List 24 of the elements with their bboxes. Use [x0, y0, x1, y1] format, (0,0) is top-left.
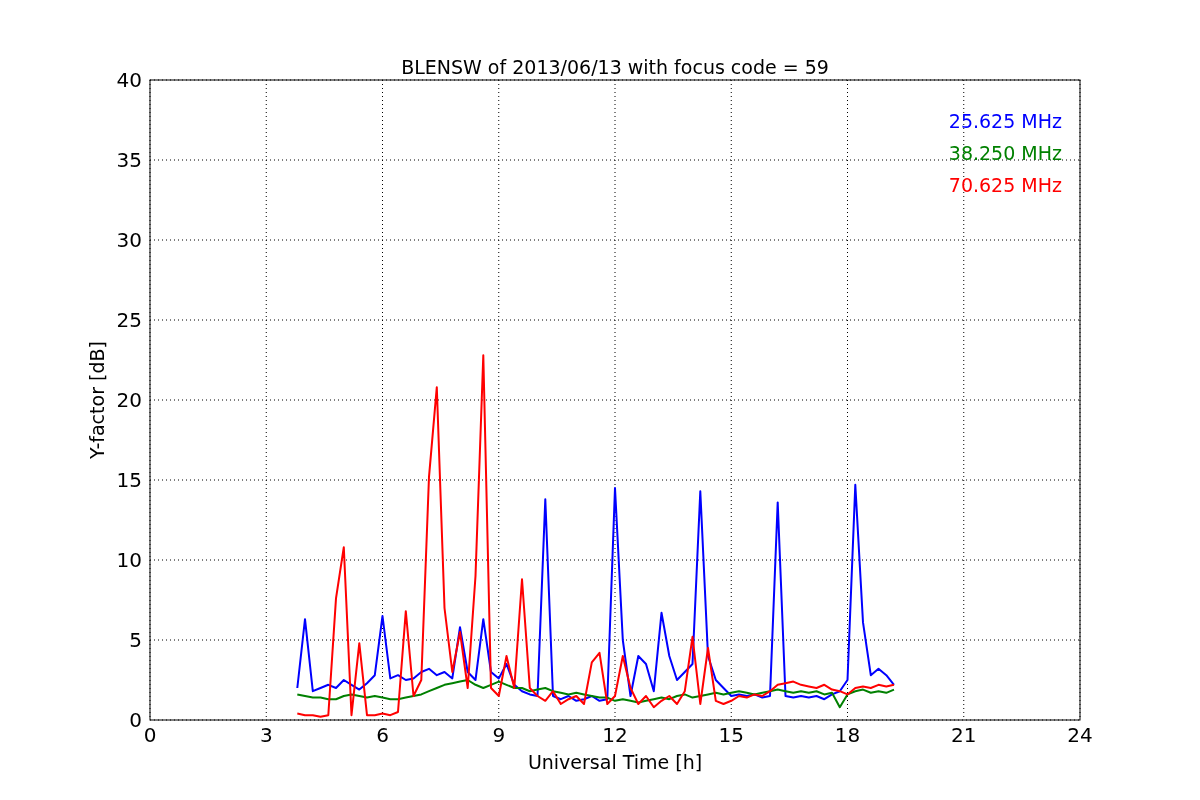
- x-tick-label: 24: [1067, 723, 1093, 747]
- y-tick-label: 40: [116, 68, 142, 92]
- x-axis-label: Universal Time [h]: [527, 751, 703, 773]
- legend-label: 25.625 MHz: [948, 110, 1062, 132]
- x-tick-label: 3: [259, 723, 273, 747]
- y-tick-label: 30: [116, 228, 142, 252]
- y-tick-label: 20: [116, 388, 142, 412]
- y-axis-label: Y-factor [dB]: [86, 341, 108, 459]
- x-tick-label: 0: [143, 723, 157, 747]
- y-tick-label: 0: [129, 708, 142, 732]
- chart-title: BLENSW of 2013/06/13 with focus code = 59: [401, 56, 829, 78]
- y-tick-label: 15: [116, 468, 142, 492]
- x-tick-label: 9: [492, 723, 506, 747]
- x-tick-label: 6: [376, 723, 389, 747]
- y-tick-label: 10: [116, 548, 142, 572]
- x-tick-label: 15: [718, 723, 744, 747]
- legend-label: 70.625 MHz: [948, 174, 1062, 196]
- legend-label: 38.250 MHz: [948, 142, 1062, 164]
- y-tick-label: 25: [116, 308, 142, 332]
- x-tick-label: 18: [834, 723, 861, 747]
- y-tick-label: 35: [116, 148, 142, 172]
- x-tick-label: 12: [602, 723, 628, 747]
- x-tick-label: 21: [951, 723, 977, 747]
- y-tick-label: 5: [129, 628, 142, 652]
